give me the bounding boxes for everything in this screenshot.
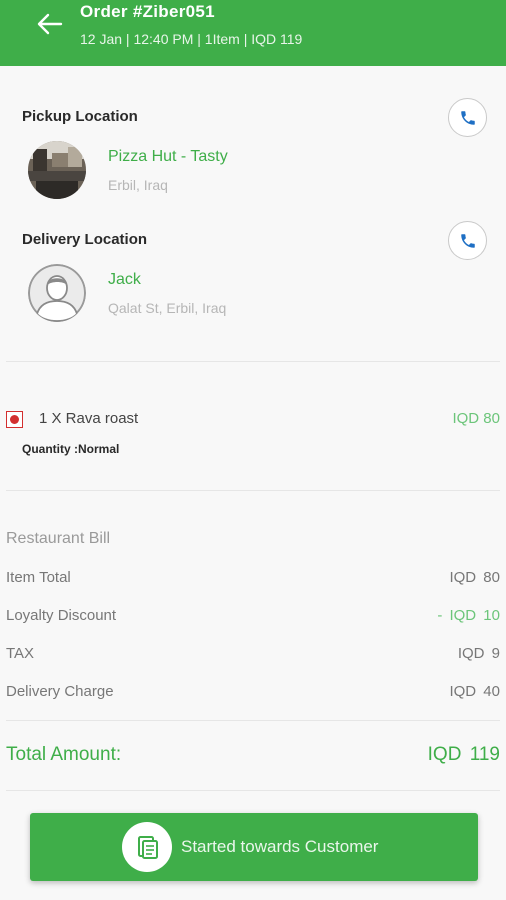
divider (6, 720, 500, 721)
action-button-label: Started towards Customer (181, 837, 379, 856)
tax-label: TAX (6, 645, 35, 662)
item-price: IQD 80 (452, 410, 500, 427)
order-meta: 12 Jan | 12:40 PM | 1Item | IQD 119 (80, 31, 303, 47)
delivery-charge-label: Delivery Charge (6, 683, 114, 700)
back-button[interactable] (34, 10, 66, 38)
restaurant-avatar (28, 141, 86, 199)
user-avatar-icon (28, 264, 86, 322)
restaurant-address: Erbil, Iraq (108, 177, 168, 193)
receipt-icon (122, 822, 172, 872)
bill-title: Restaurant Bill (6, 530, 111, 547)
pickup-label: Pickup Location (22, 108, 138, 125)
item-quantity: Quantity :Normal (22, 442, 120, 456)
app-header: Order #Ziber051 12 Jan | 12:40 PM | 1Ite… (0, 0, 506, 66)
divider (6, 361, 500, 362)
phone-icon (460, 110, 475, 125)
arrow-left-icon (37, 13, 63, 35)
phone-icon (460, 233, 475, 248)
call-restaurant-button[interactable] (448, 98, 487, 137)
customer-avatar (28, 264, 86, 322)
item-name: 1 X Rava roast (39, 410, 139, 427)
total-amount-value: IQD 119 (427, 744, 500, 765)
divider (6, 790, 500, 791)
non-veg-icon (6, 411, 23, 428)
customer-address: Qalat St, Erbil, Iraq (108, 300, 227, 316)
item-total-value: IQD 80 (449, 569, 500, 586)
tax-value: IQD 9 (457, 645, 500, 662)
loyalty-discount-label: Loyalty Discount (6, 607, 117, 624)
customer-name[interactable]: Jack (108, 271, 141, 289)
divider (6, 490, 500, 491)
loyalty-discount-value: - IQD 10 (437, 607, 500, 624)
item-total-label: Item Total (6, 569, 71, 586)
delivery-charge-value: IQD 40 (449, 683, 500, 700)
started-towards-customer-button[interactable]: Started towards Customer (30, 813, 478, 881)
delivery-label: Delivery Location (22, 231, 148, 248)
restaurant-name[interactable]: Pizza Hut - Tasty (108, 148, 228, 166)
total-amount-label: Total Amount: (6, 744, 122, 765)
order-title: Order #Ziber051 (80, 2, 215, 21)
call-customer-button[interactable] (448, 221, 487, 260)
